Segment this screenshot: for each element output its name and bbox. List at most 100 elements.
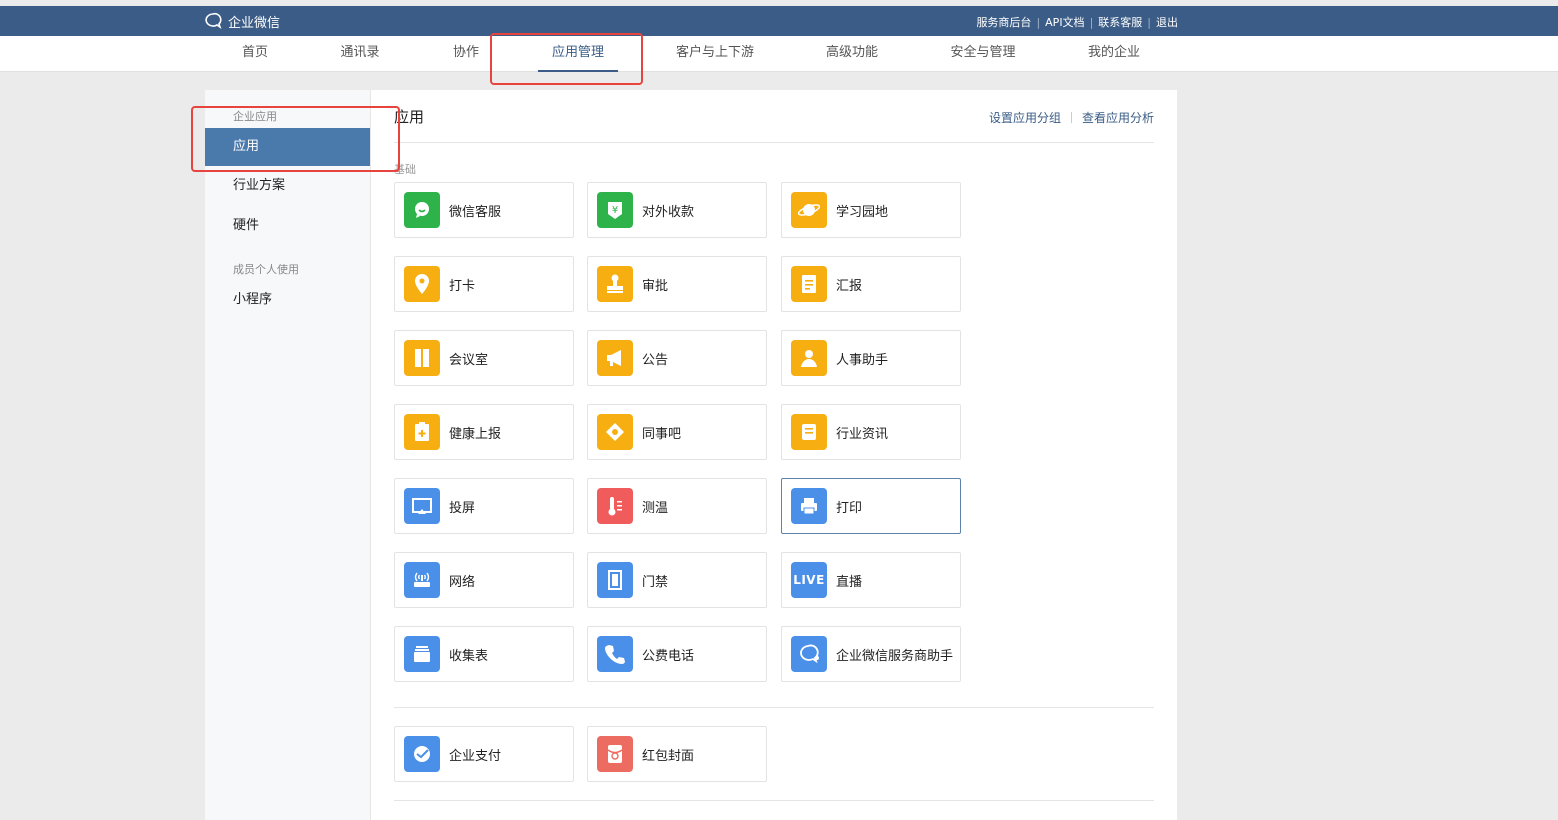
app-card[interactable]: 健康上报 xyxy=(394,404,574,460)
sidebar-caption-personal: 成员个人使用 xyxy=(233,263,299,276)
highlight-box-sidebar xyxy=(191,106,400,172)
app-card[interactable]: ¥ 对外收款 xyxy=(587,182,767,238)
sidebar-item-industry[interactable]: 行业方案 xyxy=(205,167,370,205)
app-card[interactable]: 投屏 xyxy=(394,478,574,534)
svg-text:¥: ¥ xyxy=(612,205,618,216)
app-label: 收集表 xyxy=(449,648,489,664)
access-door-icon xyxy=(597,562,633,598)
top-bar: 企业微信 服务商后台 | API文档 | 联系客服 | 退出 xyxy=(0,6,1558,36)
sidebar: 企业应用 应用 行业方案 硬件 成员个人使用 小程序 xyxy=(205,90,371,820)
app-label: 会议室 xyxy=(449,352,489,368)
logout-link[interactable]: 退出 xyxy=(1156,14,1178,30)
app-card[interactable]: 汇报 xyxy=(781,256,961,312)
app-label: 门禁 xyxy=(642,574,669,590)
nav-collaboration[interactable]: 协作 xyxy=(453,36,479,72)
app-card[interactable]: 打印 xyxy=(781,478,961,534)
app-card[interactable]: LIVE 直播 xyxy=(781,552,961,608)
app-card[interactable]: 审批 xyxy=(587,256,767,312)
main-actions: 设置应用分组 查看应用分析 xyxy=(989,109,1154,126)
app-card[interactable]: 会议室 xyxy=(394,330,574,386)
colleague-diamond-icon xyxy=(597,414,633,450)
content-panel: 企业应用 应用 行业方案 硬件 成员个人使用 小程序 应用 设置应用分组 查看应… xyxy=(205,90,1177,820)
app-card[interactable]: 红包封面 xyxy=(587,726,767,782)
app-card[interactable]: 同事吧 xyxy=(587,404,767,460)
app-label: 健康上报 xyxy=(449,426,502,442)
section-divider xyxy=(394,707,1154,708)
app-card[interactable]: 企业支付 xyxy=(394,726,574,782)
app-label: 企业支付 xyxy=(449,748,502,764)
app-label: 公费电话 xyxy=(642,648,695,664)
app-label: 审批 xyxy=(642,278,669,294)
app-label: 同事吧 xyxy=(642,426,682,442)
app-card[interactable]: 网络 xyxy=(394,552,574,608)
app-label: 公告 xyxy=(642,352,669,368)
contact-support-link[interactable]: 联系客服 xyxy=(1098,14,1142,30)
nav-home[interactable]: 首页 xyxy=(242,36,268,72)
app-card[interactable]: 人事助手 xyxy=(781,330,961,386)
view-app-analysis-link[interactable]: 查看应用分析 xyxy=(1082,109,1154,126)
app-label: 微信客服 xyxy=(449,204,502,220)
api-docs-link[interactable]: API文档 xyxy=(1045,14,1084,30)
app-card[interactable]: 企业微信服务商助手 xyxy=(781,626,961,682)
wework-assistant-icon xyxy=(791,636,827,672)
news-scroll-icon xyxy=(791,414,827,450)
stamp-icon xyxy=(597,266,633,302)
nav-customers[interactable]: 客户与上下游 xyxy=(676,36,754,72)
red-packet-icon xyxy=(597,736,633,772)
app-label: 测温 xyxy=(642,500,669,516)
app-card[interactable]: 门禁 xyxy=(587,552,767,608)
app-label: 企业微信服务商助手 xyxy=(836,648,954,664)
thermometer-icon xyxy=(597,488,633,524)
wework-logo-icon xyxy=(205,12,222,29)
highlight-box-nav xyxy=(490,33,643,85)
main-nav: 首页 通讯录 协作 应用管理 客户与上下游 高级功能 安全与管理 我的企业 xyxy=(0,36,1558,72)
health-clipboard-icon xyxy=(404,414,440,450)
app-card[interactable]: 学习园地 xyxy=(781,182,961,238)
provider-backend-link[interactable]: 服务商后台 xyxy=(976,14,1031,30)
main-area: 应用 设置应用分组 查看应用分析 基础 微信客服 ¥ 对外收款 学习园地 打卡 … xyxy=(394,90,1154,820)
router-icon xyxy=(404,562,440,598)
app-label: 人事助手 xyxy=(836,352,889,368)
megaphone-icon xyxy=(597,340,633,376)
sidebar-item-hardware[interactable]: 硬件 xyxy=(205,207,370,245)
nav-contacts[interactable]: 通讯录 xyxy=(340,36,379,72)
person-icon xyxy=(791,340,827,376)
title-divider xyxy=(394,142,1154,143)
sidebar-item-miniprogram[interactable]: 小程序 xyxy=(205,281,370,319)
report-doc-icon xyxy=(791,266,827,302)
live-icon: LIVE xyxy=(791,562,827,598)
top-links: 服务商后台 | API文档 | 联系客服 | 退出 xyxy=(976,14,1178,30)
app-label: 对外收款 xyxy=(642,204,695,220)
learning-planet-icon xyxy=(791,192,827,228)
form-stack-icon xyxy=(404,636,440,672)
nav-my-company[interactable]: 我的企业 xyxy=(1088,36,1140,72)
app-label: 学习园地 xyxy=(836,204,889,220)
wechat-service-icon xyxy=(404,192,440,228)
app-card[interactable]: 行业资讯 xyxy=(781,404,961,460)
logo-text: 企业微信 xyxy=(228,15,281,31)
app-label: 行业资讯 xyxy=(836,426,889,442)
app-card[interactable]: 收集表 xyxy=(394,626,574,682)
phone-icon xyxy=(597,636,633,672)
app-label: 汇报 xyxy=(836,278,863,294)
nav-security[interactable]: 安全与管理 xyxy=(950,36,1015,72)
enterprise-pay-icon xyxy=(404,736,440,772)
app-label: 红包封面 xyxy=(642,748,695,764)
app-card[interactable]: 公告 xyxy=(587,330,767,386)
door-icon xyxy=(404,340,440,376)
screen-cast-icon xyxy=(404,488,440,524)
payment-collect-icon: ¥ xyxy=(597,192,633,228)
bottom-divider xyxy=(394,800,1154,801)
nav-advanced[interactable]: 高级功能 xyxy=(826,36,878,72)
app-label: 网络 xyxy=(449,574,476,590)
app-label: 打卡 xyxy=(449,278,476,294)
app-label: 打印 xyxy=(836,500,863,516)
app-card[interactable]: 微信客服 xyxy=(394,182,574,238)
set-app-group-link[interactable]: 设置应用分组 xyxy=(989,109,1061,126)
app-card[interactable]: 打卡 xyxy=(394,256,574,312)
app-card[interactable]: 测温 xyxy=(587,478,767,534)
app-label: 直播 xyxy=(836,574,863,590)
location-pin-icon xyxy=(404,266,440,302)
app-card[interactable]: 公费电话 xyxy=(587,626,767,682)
logo[interactable]: 企业微信 xyxy=(204,12,281,31)
